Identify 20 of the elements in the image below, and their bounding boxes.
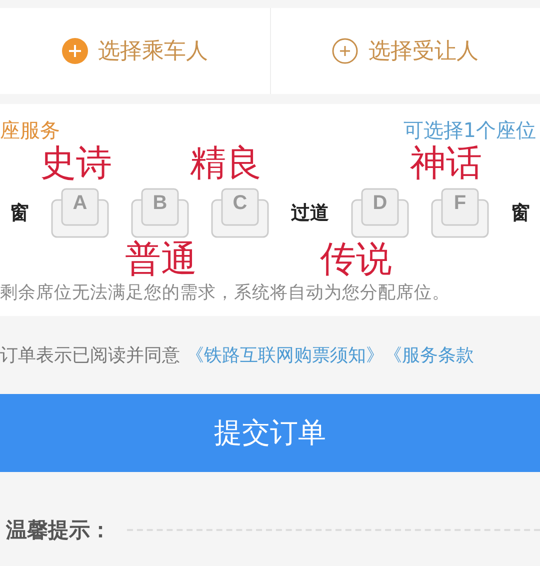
agreement-text: 订单表示已阅读并同意 bbox=[0, 344, 180, 367]
add-icon bbox=[62, 38, 88, 64]
submit-order-button[interactable]: 提交订单 bbox=[0, 394, 540, 472]
section-title: 座服务 bbox=[0, 118, 60, 142]
tips-title: 温馨提示： bbox=[6, 517, 111, 544]
seat-note: 剩余席位无法满足您的需求，系统将自动为您分配席位。 bbox=[0, 282, 451, 304]
terms-link[interactable]: 《铁路互联网购票须知》 bbox=[186, 343, 384, 367]
terms-link[interactable]: 《服务条款 bbox=[384, 343, 474, 367]
select-passenger-button[interactable]: 选择乘车人 bbox=[58, 32, 212, 70]
overlay-caption: 普通 bbox=[125, 242, 197, 278]
seat-position-label: 过道 bbox=[291, 201, 329, 226]
overlay-caption: 神话 bbox=[410, 146, 482, 182]
overlay-caption: 传说 bbox=[320, 242, 392, 278]
seat-position-label: 窗 bbox=[10, 201, 29, 226]
overlay-caption: 史诗 bbox=[40, 146, 112, 182]
seat-position-label: 窗 bbox=[511, 201, 530, 226]
select-passenger-button[interactable]: 选择受让人 bbox=[328, 32, 482, 70]
add-icon bbox=[332, 38, 358, 64]
overlay-caption: 精良 bbox=[190, 146, 262, 182]
seat-hint: 可选择1个座位 bbox=[403, 118, 536, 142]
